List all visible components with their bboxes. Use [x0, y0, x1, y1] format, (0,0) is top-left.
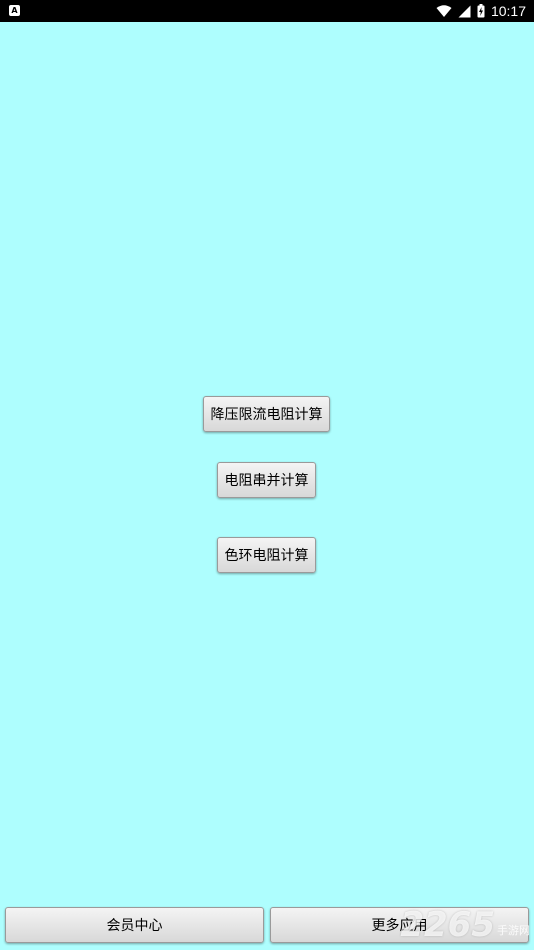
member-center-button[interactable]: 会员中心 [5, 907, 264, 943]
notification-a-icon: A [9, 5, 20, 16]
current-limit-resistor-button[interactable]: 降压限流电阻计算 [203, 396, 330, 432]
battery-icon [477, 4, 485, 18]
status-time: 10:17 [490, 3, 526, 19]
series-parallel-resistor-button[interactable]: 电阻串并计算 [217, 462, 316, 498]
wifi-icon [436, 4, 452, 17]
status-bar: A 10:17 [0, 0, 534, 22]
color-band-resistor-button[interactable]: 色环电阻计算 [217, 537, 316, 573]
signal-icon [458, 5, 471, 17]
status-icons: 10:17 [436, 0, 526, 22]
more-apps-button[interactable]: 更多应用 [270, 907, 529, 943]
